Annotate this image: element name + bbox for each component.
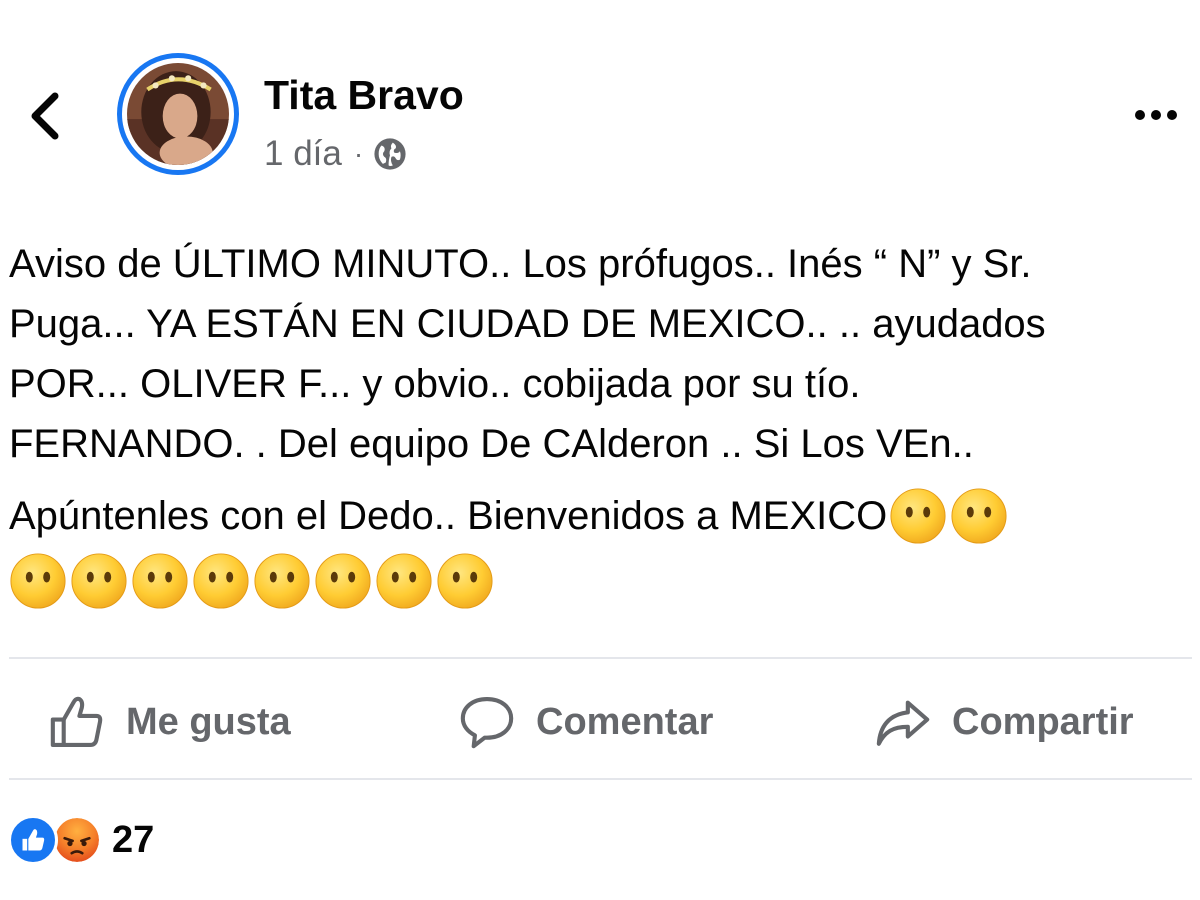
comment-label: Comentar	[536, 700, 714, 743]
emoji-group-inline	[889, 481, 1008, 551]
thumbs-up-icon	[50, 696, 103, 748]
like-label: Me gusta	[126, 700, 291, 743]
face-without-mouth-emoji	[436, 552, 494, 610]
post-text: Aviso de ÚLTIMO MINUTO.. Los prófugos.. …	[9, 234, 1189, 616]
author-name[interactable]: Tita Bravo	[264, 72, 464, 119]
face-without-mouth-emoji	[889, 487, 947, 545]
globe-icon	[374, 138, 406, 170]
emoji-group-row	[9, 546, 1189, 616]
reactions-summary[interactable]: 27	[8, 815, 154, 865]
more-dot	[1151, 110, 1161, 120]
like-reaction-icon	[8, 815, 58, 865]
back-button[interactable]	[22, 88, 66, 144]
post-text-line: POR... OLIVER F... y obvio.. cobijada po…	[9, 362, 861, 406]
meta-separator: ·	[353, 138, 364, 169]
divider-bottom	[9, 778, 1192, 780]
avatar-photo	[127, 63, 229, 165]
more-dot	[1135, 110, 1145, 120]
face-without-mouth-emoji	[192, 552, 250, 610]
angry-reaction-icon	[52, 815, 102, 865]
face-without-mouth-emoji	[253, 552, 311, 610]
like-button[interactable]: Me gusta	[48, 682, 291, 762]
share-arrow-icon	[876, 700, 930, 746]
more-options-button[interactable]	[1124, 96, 1188, 134]
face-without-mouth-emoji	[131, 552, 189, 610]
comment-bubble-icon	[460, 696, 514, 749]
face-without-mouth-emoji	[9, 552, 67, 610]
chevron-left-icon	[31, 92, 59, 140]
share-button[interactable]: Compartir	[874, 682, 1134, 762]
post-text-line: Apúntenles con el Dedo.. Bienvenidos a M…	[9, 486, 1189, 546]
face-without-mouth-emoji	[375, 552, 433, 610]
avatar[interactable]	[117, 53, 239, 175]
divider-top	[9, 657, 1192, 659]
reaction-count: 27	[112, 818, 155, 861]
post-time[interactable]: 1 día	[264, 134, 342, 174]
face-without-mouth-emoji	[70, 552, 128, 610]
comment-button[interactable]: Comentar	[458, 682, 713, 762]
post-text-line: Aviso de ÚLTIMO MINUTO.. Los prófugos.. …	[9, 242, 1032, 286]
share-label: Compartir	[952, 700, 1134, 743]
post-meta: 1 día ·	[264, 134, 407, 174]
post-text-line: FERNANDO. . Del equipo De CAlderon .. Si…	[9, 422, 974, 466]
face-without-mouth-emoji	[950, 487, 1008, 545]
face-without-mouth-emoji	[314, 552, 372, 610]
more-dot	[1167, 110, 1177, 120]
post-text-line: Puga... YA ESTÁN EN CIUDAD DE MEXICO.. .…	[9, 302, 1046, 346]
